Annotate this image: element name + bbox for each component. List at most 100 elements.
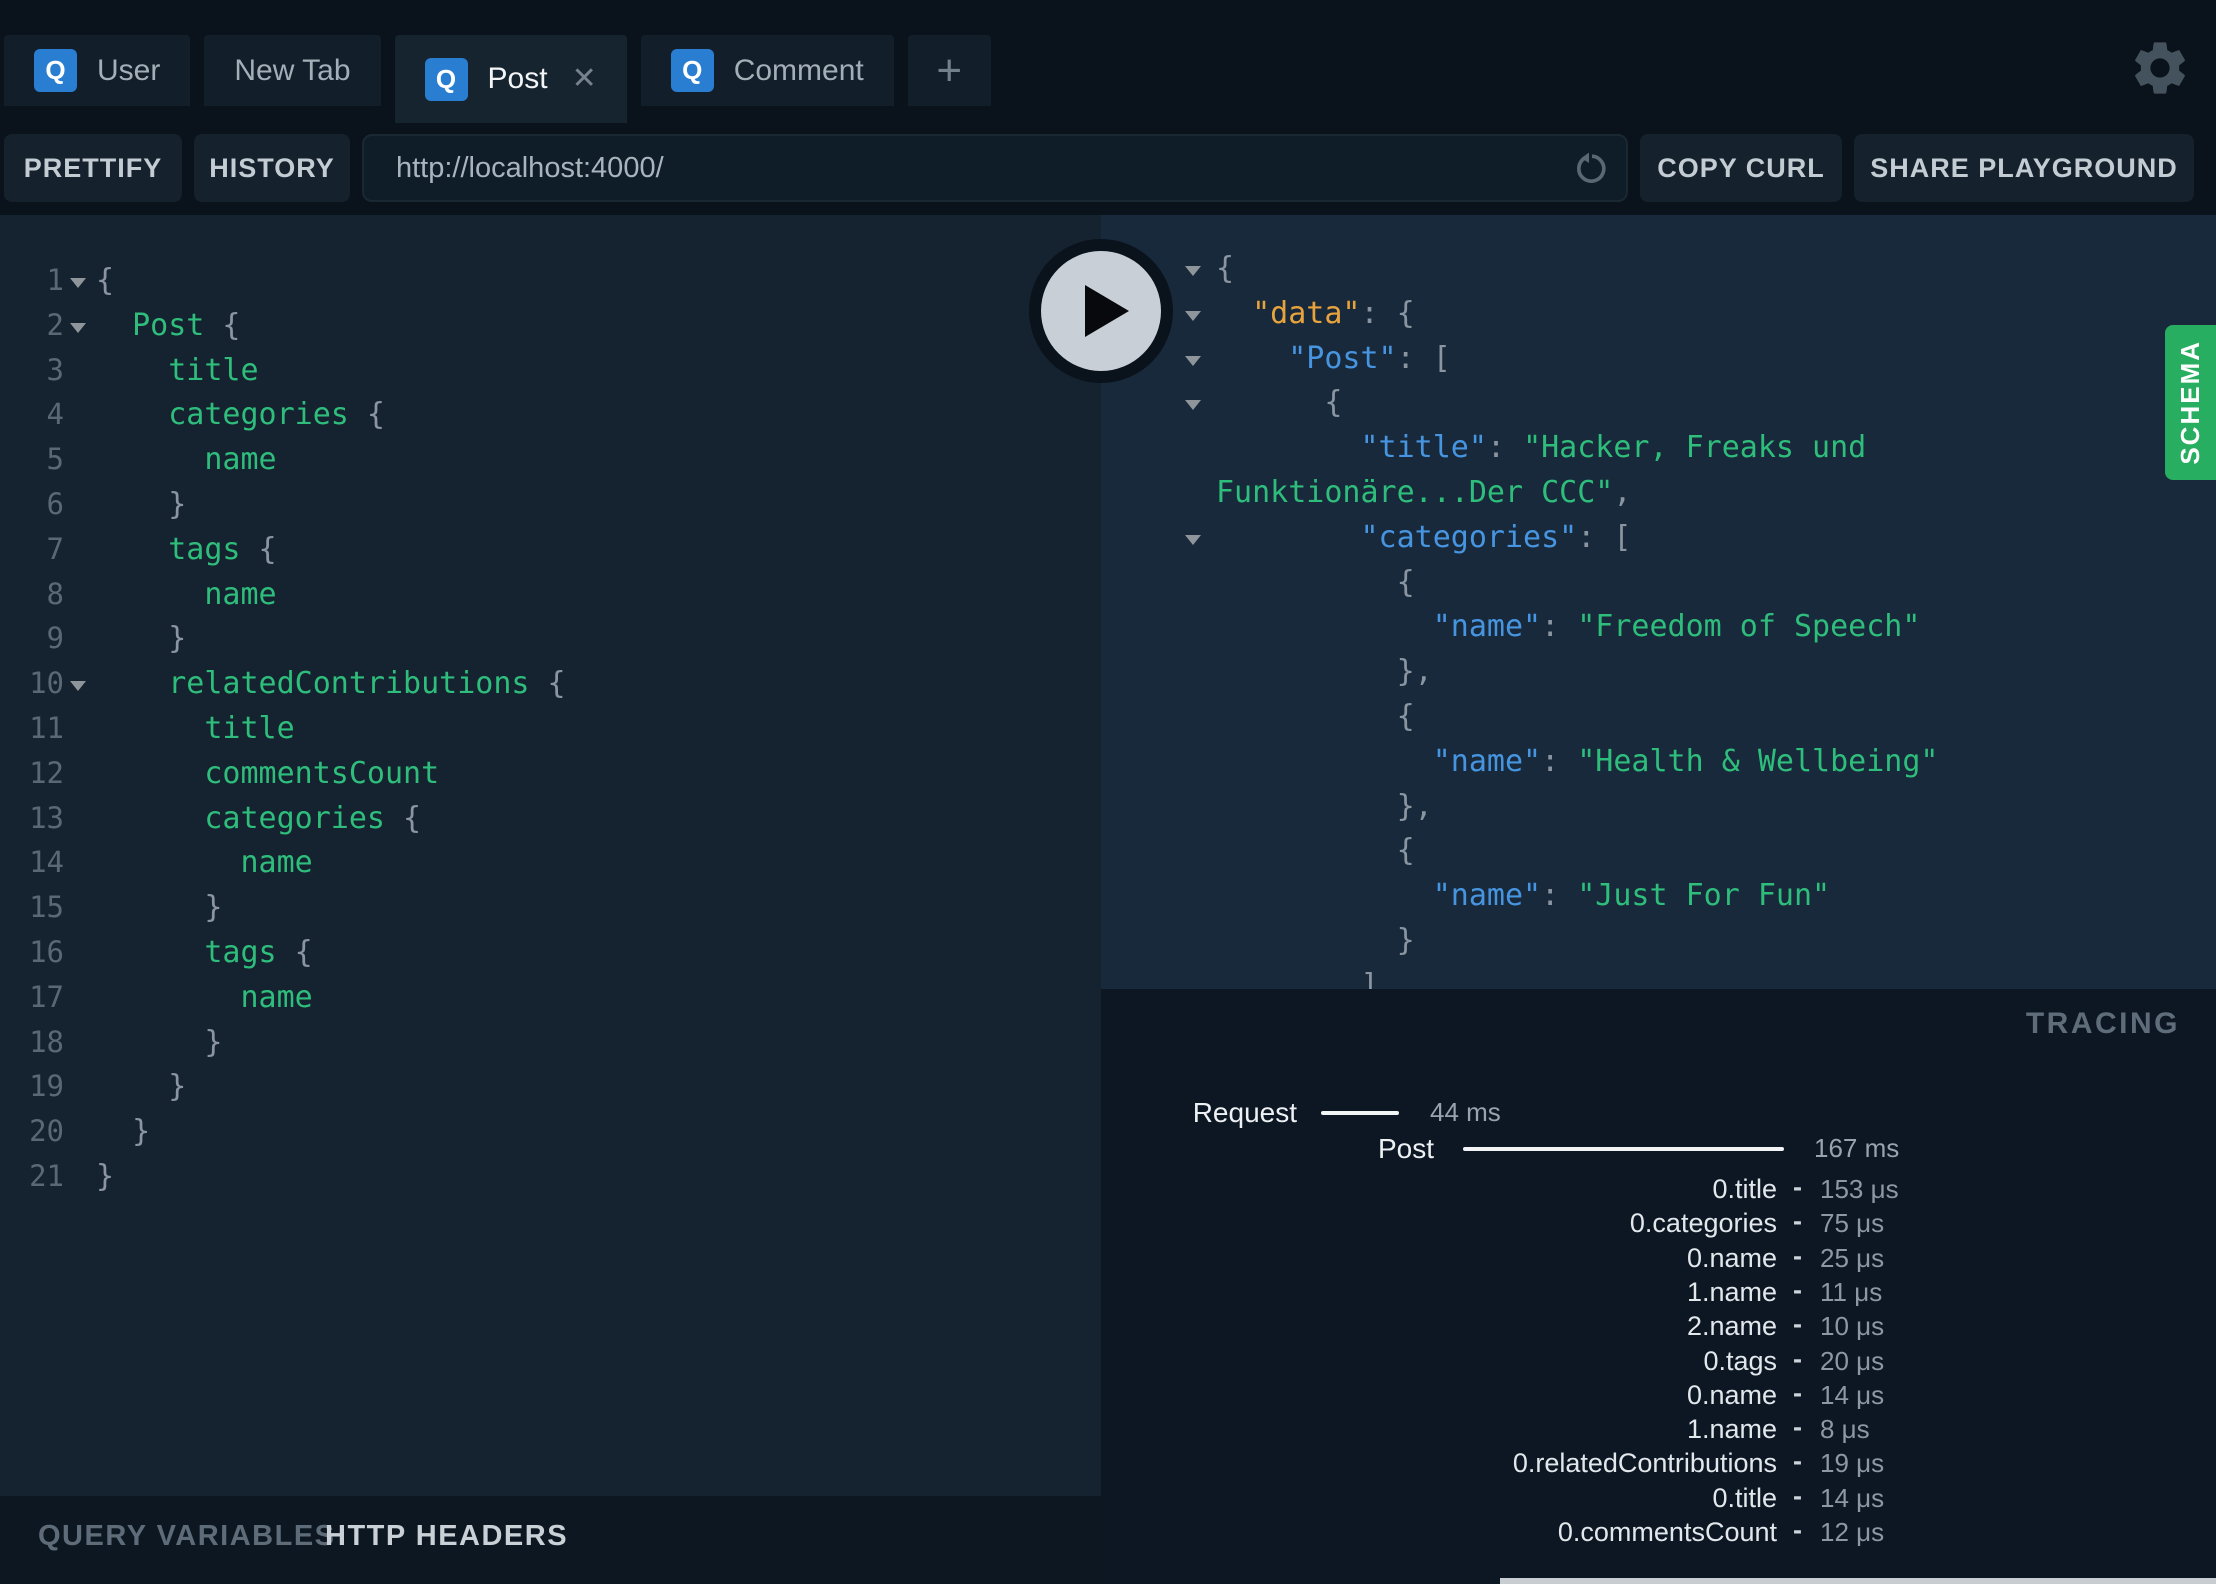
line-number: 7 xyxy=(46,531,64,566)
fold-arrow-icon[interactable] xyxy=(1185,310,1201,321)
fold-arrow-icon[interactable] xyxy=(1185,400,1201,411)
editor-line: 2 Post { xyxy=(0,308,1101,353)
code-token: "Hacker, Freaks und xyxy=(1523,430,1867,466)
execute-button[interactable] xyxy=(1029,239,1173,383)
tracing-dash: - xyxy=(1793,1274,1802,1305)
copy-curl-button[interactable]: COPY CURL xyxy=(1640,134,1842,202)
line-number: 11 xyxy=(29,711,64,745)
response-line: "name": "Just For Fun" xyxy=(1101,878,2216,923)
code-token: "title" xyxy=(1216,430,1487,466)
line-number: 18 xyxy=(29,1024,64,1059)
horizontal-scrollbar[interactable] xyxy=(1500,1578,2216,1584)
response-code: { xyxy=(1216,699,1415,734)
tab-comment[interactable]: Q Comment xyxy=(640,35,894,106)
editor-line: 18 } xyxy=(0,1025,1101,1070)
query-variables-tab[interactable]: QUERY VARIABLES xyxy=(38,1520,336,1553)
http-headers-tab[interactable]: HTTP HEADERS xyxy=(325,1520,568,1553)
code-token: : [ xyxy=(1396,340,1451,376)
editor-line: 6 } xyxy=(0,487,1101,532)
tracing-field-value: 25 μs xyxy=(1820,1242,1885,1273)
response-line: "name": "Health & Wellbeing" xyxy=(1101,744,2216,789)
response-line: { xyxy=(1101,699,2216,744)
fold-arrow-icon[interactable] xyxy=(70,278,86,288)
tracing-field-row: 0.tags -20 μs xyxy=(1101,1343,2216,1380)
code-token: : [ xyxy=(1577,519,1632,555)
settings-button[interactable] xyxy=(2128,36,2192,100)
fold-arrow-icon[interactable] xyxy=(70,681,86,692)
response-line: { xyxy=(1101,251,2216,296)
schema-tab[interactable]: SCHEMA xyxy=(2165,325,2216,480)
fold-arrow-icon[interactable] xyxy=(70,322,86,333)
tracing-field-value: 12 μs xyxy=(1820,1517,1885,1547)
code-token: name xyxy=(96,576,277,612)
fold-arrow-icon[interactable] xyxy=(1185,355,1201,366)
code-token: categories xyxy=(96,800,385,836)
editor-code: tags { xyxy=(96,532,276,567)
response-code: ], xyxy=(1216,967,1397,989)
tab-label: User xyxy=(97,53,161,87)
response-code: "data": { xyxy=(1216,296,1415,331)
editor-code: } xyxy=(96,890,222,925)
line-number: 21 xyxy=(29,1159,64,1193)
line-number: 17 xyxy=(29,979,64,1014)
tab-new-tab[interactable]: New Tab xyxy=(204,35,381,106)
close-tab-icon[interactable]: ✕ xyxy=(572,64,597,94)
tab-post[interactable]: Q Post ✕ xyxy=(394,35,627,123)
tracing-dash: - xyxy=(1793,1412,1802,1443)
query-editor[interactable]: 1{2 Post {3 title 4 categories {5 name 6 }… xyxy=(0,215,1101,1496)
tracing-field-row: 0.categories -75 μs xyxy=(1101,1206,2216,1242)
editor-code: } xyxy=(96,1159,114,1194)
line-number: 13 xyxy=(29,800,64,835)
tracing-dash: - xyxy=(1793,1377,1802,1408)
tracing-field-value: 11 μs xyxy=(1820,1276,1883,1307)
fold-arrow-icon[interactable] xyxy=(1185,266,1201,276)
tracing-field-label: 1.name xyxy=(1686,1276,1777,1307)
tracing-field-value: 14 μs xyxy=(1820,1379,1885,1410)
plus-icon: + xyxy=(936,45,963,95)
endpoint-url-input[interactable]: http://localhost:4000/ xyxy=(362,134,1628,202)
tracing-label: Post xyxy=(1377,1133,1434,1164)
tracing-field-value: 8 μs xyxy=(1820,1414,1870,1445)
new-tab-button[interactable]: + xyxy=(907,35,991,106)
tab-label: Comment xyxy=(733,53,864,87)
prettify-button[interactable]: PRETTIFY xyxy=(4,134,182,202)
editor-line: 16 tags { xyxy=(0,935,1101,980)
editor-line: 4 categories { xyxy=(0,397,1101,442)
editor-line: 1{ xyxy=(0,263,1101,308)
reload-icon[interactable] xyxy=(1572,149,1612,189)
line-number: 12 xyxy=(29,755,64,790)
tracing-dash: - xyxy=(1793,1480,1802,1511)
editor-code: name xyxy=(96,980,312,1015)
tab-user[interactable]: Q User xyxy=(4,35,191,106)
response-code: "title": "Hacker, Freaks und xyxy=(1216,430,1866,465)
code-token: ], xyxy=(1216,967,1397,989)
tracing-dash: - xyxy=(1793,1343,1802,1374)
tracing-field-label: 1.name xyxy=(1686,1414,1777,1445)
response-line: ], xyxy=(1101,968,2216,989)
tracing-value: 167 ms xyxy=(1814,1133,1900,1163)
fold-arrow-icon[interactable] xyxy=(1185,534,1201,545)
code-token: } xyxy=(96,487,187,522)
editor-code: } xyxy=(96,487,186,522)
tracing-field-row: 1.name -8 μs xyxy=(1101,1412,2216,1448)
code-token: tags xyxy=(96,935,277,970)
response-line: "title": "Hacker, Freaks und xyxy=(1101,430,2216,475)
code-token: name xyxy=(96,845,313,881)
share-playground-button[interactable]: SHARE PLAYGROUND xyxy=(1854,134,2194,202)
history-button[interactable]: HISTORY xyxy=(194,134,350,202)
response-code: "name": "Just For Fun" xyxy=(1216,878,1830,913)
code-token: } xyxy=(96,1024,223,1060)
code-token: name xyxy=(96,442,277,478)
code-token: } xyxy=(96,890,223,926)
line-number: 16 xyxy=(29,935,64,969)
tab-bar: Q User New Tab Q Post ✕ Q Comment + xyxy=(4,35,991,123)
editor-line: 14 name xyxy=(0,845,1101,890)
tracing-dash: - xyxy=(1793,1446,1802,1477)
editor-line: 13 categories { xyxy=(0,801,1101,846)
editor-line: 19 } xyxy=(0,1069,1101,1114)
response-code: { xyxy=(1216,251,1234,286)
play-icon xyxy=(1041,251,1161,371)
code-token: "categories" xyxy=(1216,519,1578,555)
gear-icon xyxy=(2135,42,2185,94)
editor-code: } xyxy=(96,1025,222,1060)
